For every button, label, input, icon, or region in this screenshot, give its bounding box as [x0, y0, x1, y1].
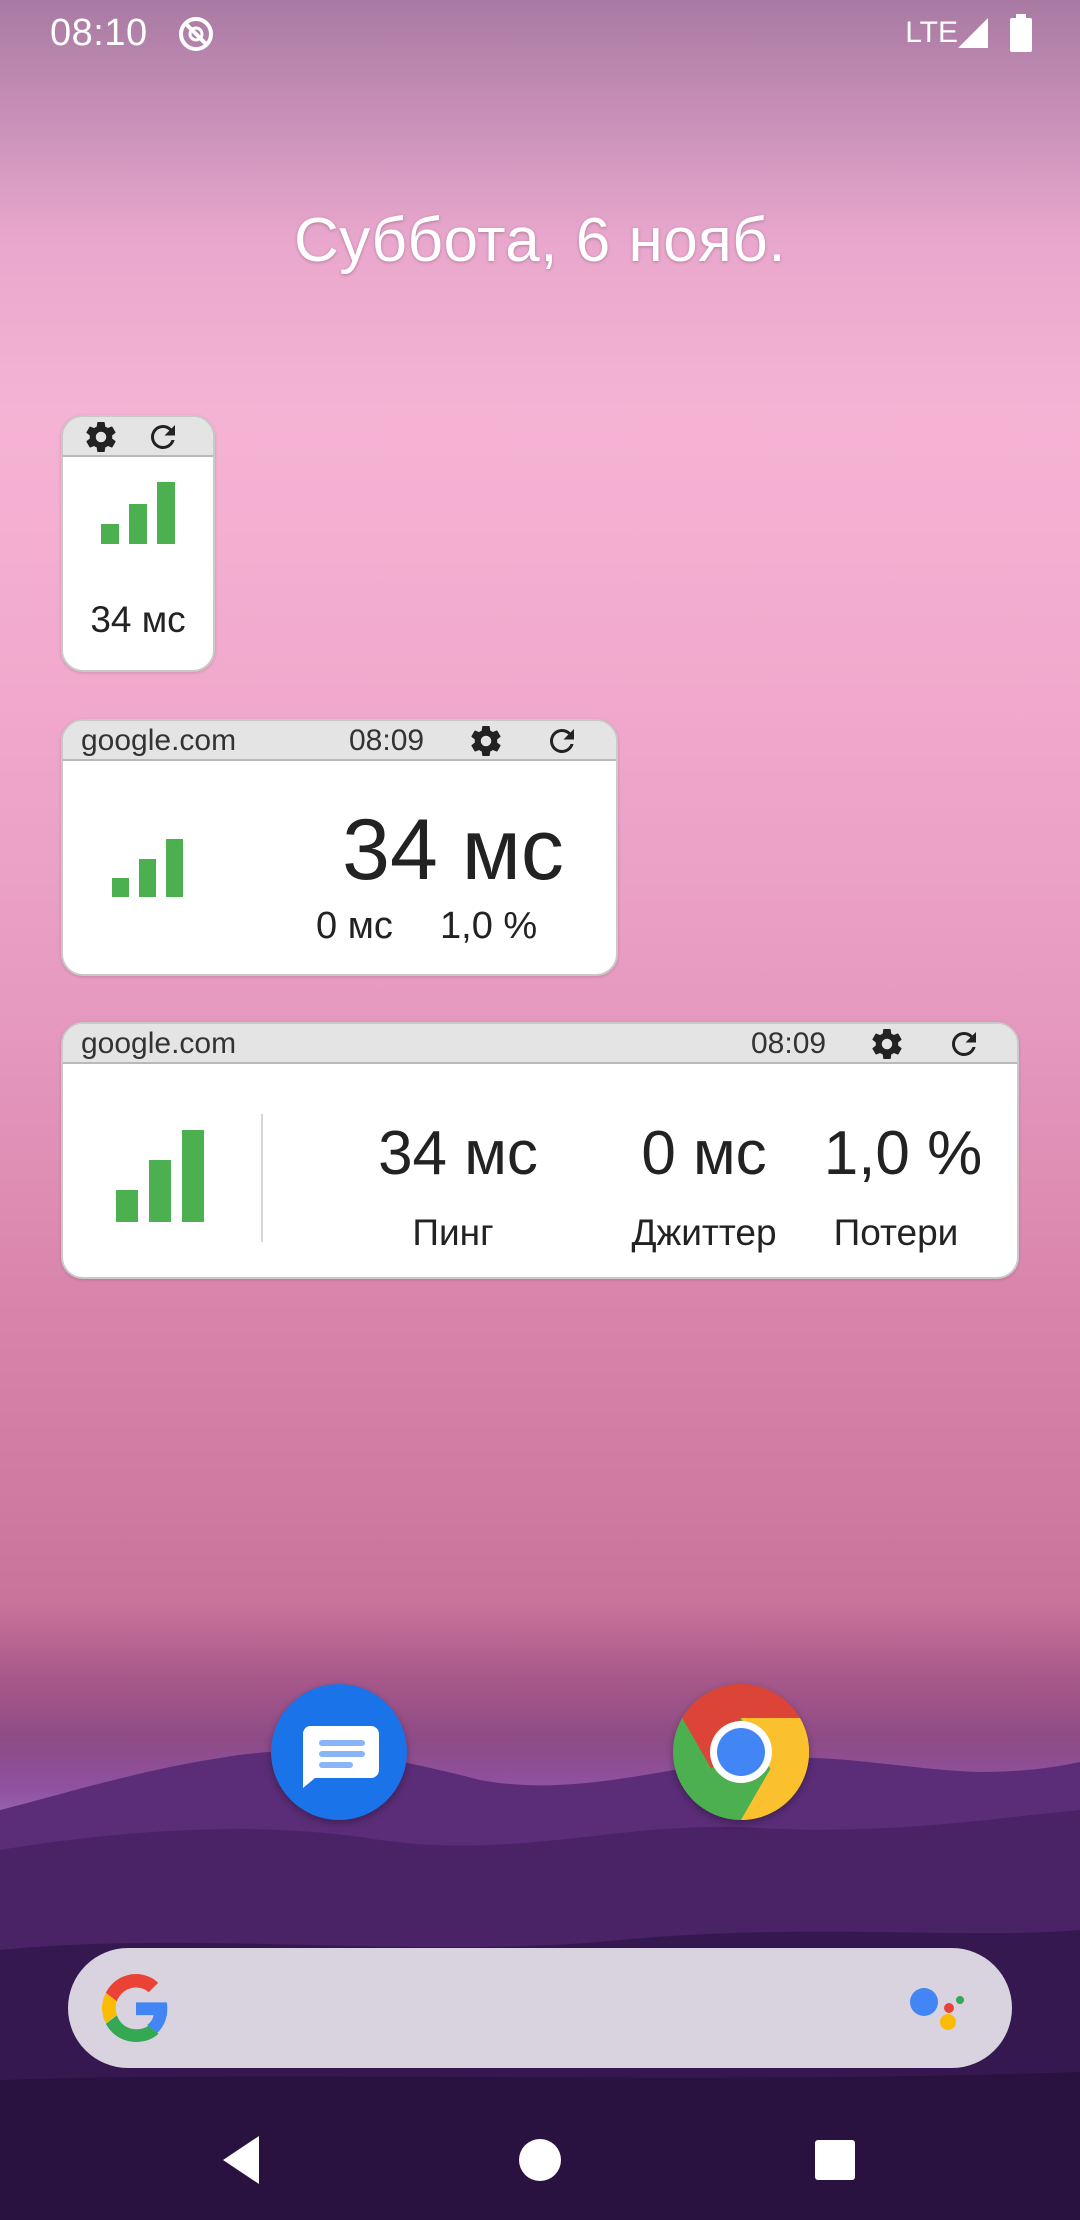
widget-header [63, 417, 213, 457]
navigation-bar [0, 2100, 1080, 2220]
status-bar: 08:10 LTE [0, 0, 1080, 66]
ping-widget-medium[interactable]: google.com 08:09 34 мс 0 мс 1,0 % [61, 719, 618, 976]
ping-value: 34 мс [90, 599, 186, 640]
battery-icon [1010, 14, 1032, 52]
divider [261, 1114, 263, 1242]
do-not-disturb-icon [179, 17, 213, 51]
date-label[interactable]: Суббота, 6 нояб. [0, 205, 1080, 276]
update-time: 08:09 [751, 1027, 827, 1060]
host-label: google.com [81, 724, 237, 757]
back-icon[interactable] [215, 2130, 275, 2190]
recents-icon[interactable] [805, 2130, 865, 2190]
gear-icon[interactable] [468, 723, 504, 759]
loss-value: 1,0 % [823, 1119, 983, 1188]
widget-header: google.com 08:09 [63, 721, 616, 761]
chrome-icon[interactable] [673, 1684, 810, 1820]
status-time: 08:10 [50, 12, 148, 54]
google-assistant-icon[interactable] [904, 1978, 968, 2042]
cell-signal-icon [958, 18, 988, 48]
widget-header: google.com 08:09 [63, 1024, 1017, 1064]
signal-strength-icon [112, 839, 184, 897]
home-icon[interactable] [510, 2130, 570, 2190]
host-label: google.com [81, 1027, 237, 1060]
ping-widget-large[interactable]: google.com 08:09 34 мс 0 мс 1,0 % Пинг Д… [61, 1022, 1019, 1279]
google-g-icon[interactable] [102, 1974, 170, 2042]
gear-icon[interactable] [869, 1026, 905, 1062]
update-time: 08:09 [349, 724, 425, 757]
signal-strength-icon [101, 482, 177, 544]
refresh-icon[interactable] [946, 1026, 982, 1062]
refresh-icon[interactable] [145, 419, 181, 455]
home-screen: 08:10 LTE Суббота, 6 нояб. 34 мс google.… [0, 0, 1080, 2220]
google-search-bar[interactable] [68, 1948, 1012, 2068]
ping-value: 34 мс [342, 802, 564, 898]
ping-widget-small[interactable]: 34 мс [61, 415, 215, 672]
signal-strength-icon [116, 1130, 204, 1222]
loss-label: Потери [833, 1212, 959, 1253]
loss-value: 1,0 % [440, 905, 538, 947]
ping-value: 34 мс [378, 1119, 538, 1188]
gear-icon[interactable] [83, 419, 119, 455]
ping-label: Пинг [412, 1212, 494, 1253]
network-type: LTE [905, 16, 958, 49]
jitter-value: 0 мс [316, 905, 393, 947]
refresh-icon[interactable] [544, 723, 580, 759]
messages-icon[interactable] [271, 1684, 407, 1820]
